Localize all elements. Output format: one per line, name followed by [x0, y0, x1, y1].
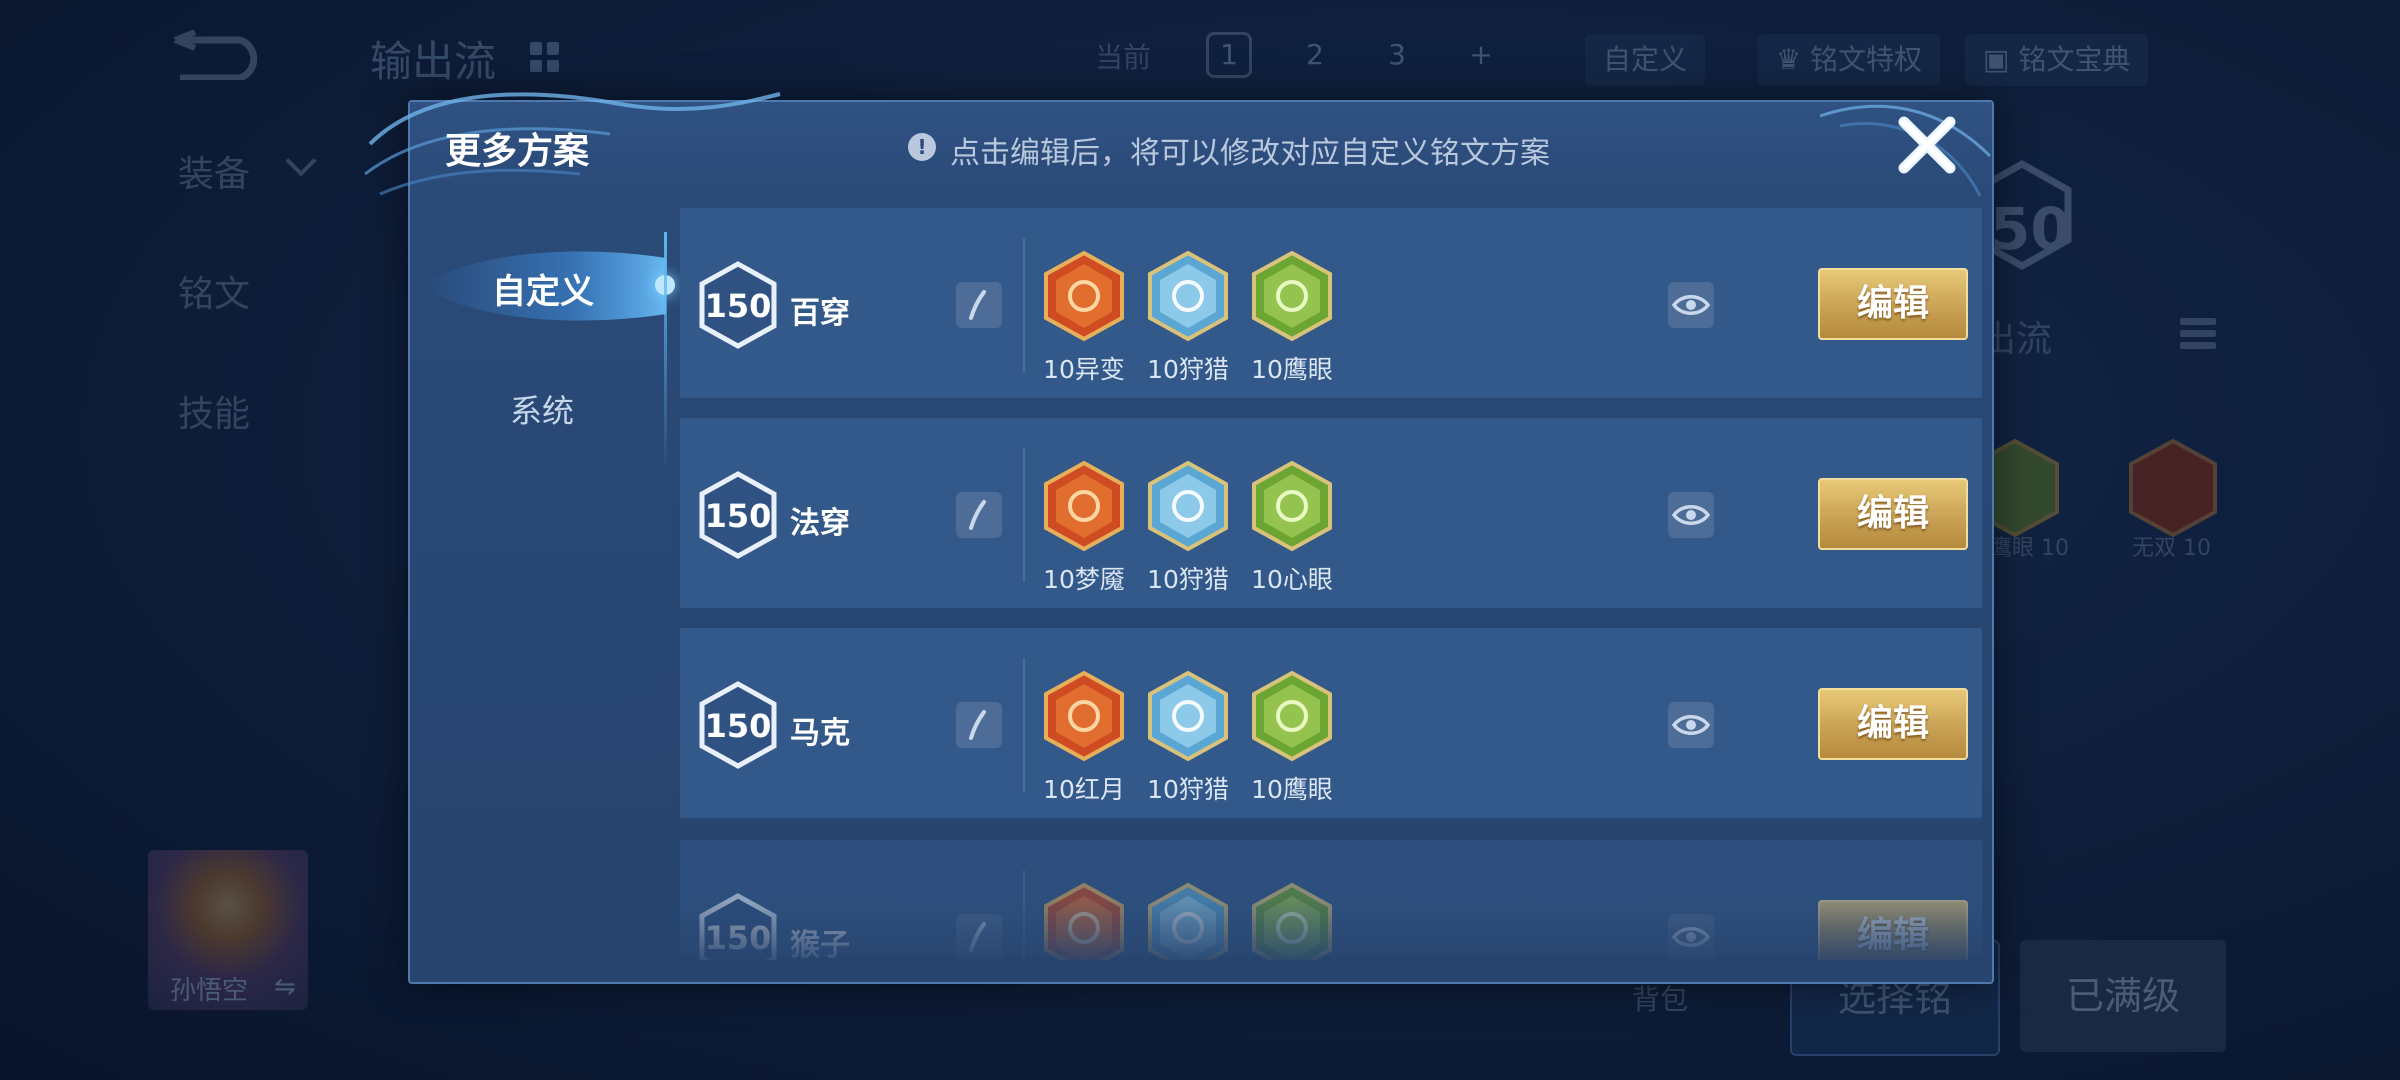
bag-label[interactable]: 背包 [1632, 978, 1688, 1018]
book-icon: ▣ [1983, 43, 2019, 76]
scheme-name: 马克 [790, 716, 850, 751]
info-text: 点击编辑后，将可以修改对应自定义铭文方案 [950, 136, 1550, 171]
preview-button[interactable] [1668, 282, 1714, 328]
bg-rune-label: 无双 10 [2132, 536, 2211, 561]
edit-button[interactable]: 编辑 [1818, 268, 1968, 340]
eye-icon [1671, 715, 1711, 735]
edit-button[interactable]: 编辑 [1818, 688, 1968, 760]
nav-equipment[interactable]: 装备 [178, 145, 250, 197]
dialog-title: 更多方案 [445, 131, 590, 172]
current-label: 当前 [1095, 41, 1152, 74]
pencil-icon [969, 710, 986, 740]
pencil-icon [969, 290, 986, 320]
crown-icon: ♛ [1776, 43, 1811, 76]
hero-name: 孙悟空 [170, 976, 249, 1006]
tab-custom[interactable]: 自定义 [492, 264, 594, 313]
maxed-button: 已满级 [2020, 940, 2226, 1052]
lightning-rune-icon[interactable] [1146, 460, 1230, 552]
info-icon: ! [908, 133, 936, 161]
rune-codex-label: 铭文宝典 [2018, 43, 2131, 76]
preview-button[interactable] [1668, 702, 1714, 748]
scheme-name: 百穿 [790, 296, 850, 331]
nav-skills[interactable]: 技能 [178, 385, 250, 437]
pencil-icon [969, 500, 986, 530]
scheme-name: 法穿 [790, 506, 850, 541]
eye-icon [1671, 295, 1711, 315]
page-2-button[interactable]: 2 [1292, 32, 1338, 78]
row-divider [1023, 658, 1025, 792]
shield-rune-icon[interactable] [1250, 460, 1334, 552]
list-bottom-fade [680, 900, 1982, 978]
rune-label: 10梦魇 [1043, 565, 1125, 594]
level-number: 50 [1990, 195, 2071, 263]
scheme-row[interactable]: 150 百穿 10异变 10狩猎 10鹰眼 编辑 [680, 208, 1982, 402]
grid-icon[interactable] [530, 42, 560, 72]
bg-rune-label: 鹰眼 10 [1990, 536, 2069, 561]
tab-system[interactable]: 系统 [510, 386, 574, 432]
custom-button[interactable]: 自定义 [1585, 34, 1706, 86]
edit-button[interactable]: 编辑 [1818, 478, 1968, 550]
rune-label: 10鹰眼 [1251, 775, 1333, 804]
scheme-row[interactable]: 150 马克 10红月 10狩猎 10鹰眼 编辑 [680, 628, 1982, 822]
rune-level: 150 [704, 287, 772, 325]
rename-button[interactable] [956, 492, 1002, 538]
rename-button[interactable] [956, 282, 1002, 328]
rune-label: 10狩猎 [1147, 565, 1229, 594]
rune-level: 150 [704, 707, 772, 745]
rune-level: 150 [704, 497, 772, 535]
scheme-row[interactable]: 150 法穿 10梦魇 10狩猎 10心眼 编辑 [680, 418, 1982, 612]
rename-button[interactable] [956, 702, 1002, 748]
clover-rune-icon[interactable] [1250, 670, 1334, 762]
lightning-rune-icon[interactable] [1146, 670, 1230, 762]
preview-button[interactable] [1668, 492, 1714, 538]
chevron-down-icon [285, 145, 317, 177]
sidebar-divider [664, 232, 667, 472]
red-rune-icon [2129, 438, 2217, 538]
demon-rune-icon[interactable] [1042, 460, 1126, 552]
rune-label: 10狩猎 [1147, 355, 1229, 384]
lightning-rune-icon[interactable] [1146, 250, 1230, 342]
add-page-button[interactable]: + [1458, 32, 1504, 78]
clover-rune-icon[interactable] [1250, 250, 1334, 342]
page-3-button[interactable]: 3 [1374, 32, 1420, 78]
eye-icon [1671, 505, 1711, 525]
rune-label: 10狩猎 [1147, 775, 1229, 804]
page-1-button[interactable]: 1 [1206, 32, 1252, 78]
nav-runes[interactable]: 铭文 [178, 265, 250, 317]
menu-icon[interactable] [2180, 318, 2216, 354]
page-title: 输出流 [370, 37, 497, 86]
back-arrow-icon[interactable] [170, 30, 270, 80]
decorative-ribbon [364, 92, 781, 196]
row-divider [1023, 448, 1025, 582]
vortex-rune-icon[interactable] [1042, 250, 1126, 342]
rune-label: 10异变 [1043, 355, 1125, 384]
rune-label: 10鹰眼 [1251, 355, 1333, 384]
crescent-moon-rune-icon[interactable] [1042, 670, 1126, 762]
row-divider [1023, 238, 1025, 372]
rune-privilege-label: 铭文特权 [1810, 43, 1923, 76]
rune-privilege-button[interactable]: ♛ 铭文特权 [1758, 34, 1941, 86]
close-icon[interactable] [1892, 110, 1962, 180]
rune-label: 10红月 [1043, 775, 1125, 804]
swap-icon[interactable]: ⇋ [274, 972, 296, 1002]
rune-codex-button[interactable]: ▣ 铭文宝典 [1965, 34, 2149, 86]
rune-label: 10心眼 [1251, 565, 1333, 594]
